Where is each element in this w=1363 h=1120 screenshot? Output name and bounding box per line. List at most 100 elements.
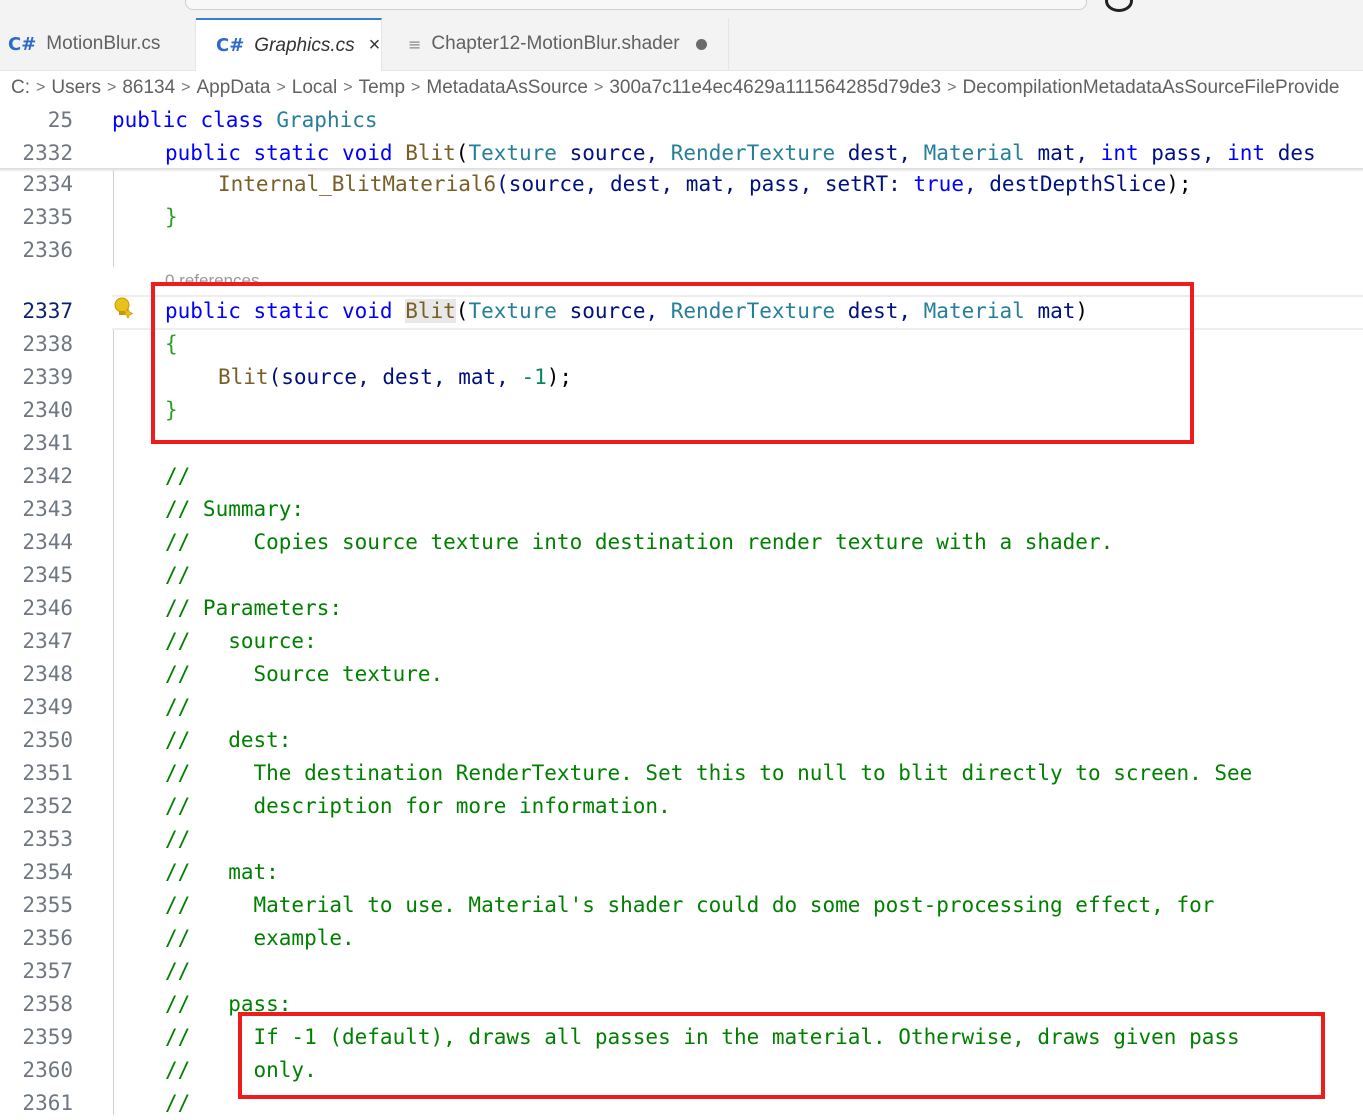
line-number: 2355 [22, 893, 73, 917]
line-number: 2351 [22, 761, 73, 785]
line-number: 2338 [22, 332, 73, 356]
line-number: 2344 [22, 530, 73, 554]
line-number: 2349 [22, 695, 73, 719]
line-text: Internal_BlitMaterial6(source, dest, mat… [218, 172, 1192, 196]
close-icon[interactable]: × [369, 34, 381, 57]
breadcrumb-item[interactable]: Local [292, 77, 337, 99]
chevron-right-icon: > [106, 79, 117, 96]
comment-text: // [165, 695, 191, 719]
chevron-right-icon: > [36, 79, 46, 96]
code-line[interactable]: 2342 // [0, 460, 1363, 493]
line-text: public class Graphics [112, 108, 378, 132]
copilot-icon[interactable] [1105, 0, 1133, 12]
editor-tab-bar: C# MotionBlur.cs C# Graphics.cs × ≡ Chap… [0, 18, 1363, 71]
line-number: 2361 [22, 1091, 73, 1115]
code-line[interactable]: 25 public class Graphics [0, 104, 1363, 137]
csharp-file-icon: C# [216, 35, 245, 56]
comment-text: // [165, 563, 191, 587]
comment-text: // [165, 827, 191, 851]
comment-text: // source: [165, 629, 317, 653]
breadcrumb-item[interactable]: 300a7c11e4ec4629a111564285d79de3 [609, 77, 941, 99]
code-line[interactable]: 2348 // Source texture. [0, 658, 1363, 691]
line-number: 2350 [22, 728, 73, 752]
code-line[interactable]: 2346 // Parameters: [0, 592, 1363, 625]
line-number: 2357 [22, 959, 73, 983]
line-number: 2342 [22, 464, 73, 488]
csharp-file-icon: C# [8, 33, 37, 55]
comment-text: // [165, 959, 191, 983]
text-file-icon: ≡ [408, 34, 422, 54]
line-number: 2348 [22, 662, 73, 686]
code-line[interactable]: 2354 // mat: [0, 856, 1363, 889]
line-number: 2359 [22, 1025, 73, 1049]
code-line[interactable]: 2335 } [0, 201, 1363, 234]
chevron-right-icon: > [276, 79, 286, 96]
line-number: 2346 [22, 596, 73, 620]
breadcrumb-item[interactable]: 86134 [122, 77, 175, 99]
comment-text: // Copies source texture into destinatio… [165, 530, 1114, 554]
line-number: 2337 [22, 299, 73, 323]
breadcrumb-item[interactable]: DecompilationMetadataAsSourceFileProvide [962, 77, 1339, 99]
code-line[interactable]: 2352 // description for more information… [0, 790, 1363, 823]
comment-text: // Material to use. Material's shader co… [165, 893, 1215, 917]
code-line[interactable]: 2345 // [0, 559, 1363, 592]
code-line[interactable]: 2343 // Summary: [0, 493, 1363, 526]
line-number: 25 [47, 108, 73, 132]
comment-text: // dest: [165, 728, 292, 752]
tab-chapter12-motionblur-shader[interactable]: ≡ Chapter12-MotionBlur.shader [382, 18, 729, 70]
chevron-right-icon: > [593, 79, 604, 96]
line-number: 2343 [22, 497, 73, 521]
breadcrumb-item[interactable]: AppData [197, 77, 271, 99]
title-bar [0, 0, 1363, 18]
comment-text: // description for more information. [165, 794, 671, 818]
breadcrumb-item[interactable]: Users [51, 77, 101, 99]
line-number: 2334 [22, 172, 73, 196]
tab-motionblur-cs[interactable]: C# MotionBlur.cs [0, 18, 196, 70]
chevron-right-icon: > [343, 79, 353, 96]
code-line[interactable]: 2356 // example. [0, 922, 1363, 955]
code-line[interactable]: 2357 // [0, 955, 1363, 988]
annotation-box-pass-doc [238, 1012, 1325, 1099]
breadcrumb-item[interactable]: C: [11, 77, 30, 99]
line-number: 2354 [22, 860, 73, 884]
tab-label: Graphics.cs [254, 34, 355, 56]
unsaved-dot-icon[interactable] [695, 38, 707, 50]
comment-text: // Summary: [165, 497, 305, 521]
command-center[interactable] [185, 0, 1087, 10]
comment-text: // The destination RenderTexture. Set th… [165, 761, 1253, 785]
breadcrumb-item[interactable]: Temp [359, 77, 405, 99]
code-line[interactable]: 2350 // dest: [0, 724, 1363, 757]
code-line[interactable]: 2353 // [0, 823, 1363, 856]
code-line[interactable]: 2344 // Copies source texture into desti… [0, 526, 1363, 559]
comment-text: // Source texture. [165, 662, 444, 686]
line-number: 2360 [22, 1058, 73, 1082]
line-number: 2341 [22, 431, 73, 455]
line-number: 2340 [22, 398, 73, 422]
line-number: 2358 [22, 992, 73, 1016]
line-text: public static void Blit(Texture source, … [165, 141, 1316, 165]
line-number: 2356 [22, 926, 73, 950]
tab-label: Chapter12-MotionBlur.shader [431, 33, 680, 54]
code-line[interactable]: 2347 // source: [0, 625, 1363, 658]
comment-text: // example. [165, 926, 355, 950]
tab-graphics-cs[interactable]: C# Graphics.cs × [196, 18, 382, 71]
code-line[interactable]: 2351 // The destination RenderTexture. S… [0, 757, 1363, 790]
breadcrumb-item[interactable]: MetadataAsSource [426, 77, 588, 99]
code-line[interactable]: 2355 // Material to use. Material's shad… [0, 889, 1363, 922]
comment-text: // Parameters: [165, 596, 343, 620]
code-line[interactable]: 2336 [0, 234, 1363, 267]
annotation-box-method [151, 282, 1194, 444]
comment-text: // mat: [165, 860, 279, 884]
code-line[interactable]: 2334 Internal_BlitMaterial6(source, dest… [0, 168, 1363, 201]
line-number: 2336 [22, 238, 73, 262]
line-number: 2345 [22, 563, 73, 587]
line-number: 2347 [22, 629, 73, 653]
comment-text: // [165, 1091, 191, 1115]
code-line[interactable]: 2332 public static void Blit(Texture sou… [0, 137, 1363, 170]
code-line[interactable]: 2349 // [0, 691, 1363, 724]
chevron-right-icon: > [181, 79, 191, 96]
line-text: } [165, 205, 178, 229]
line-number: 2335 [22, 205, 73, 229]
lightbulb-icon[interactable] [114, 297, 134, 319]
line-number: 2353 [22, 827, 73, 851]
